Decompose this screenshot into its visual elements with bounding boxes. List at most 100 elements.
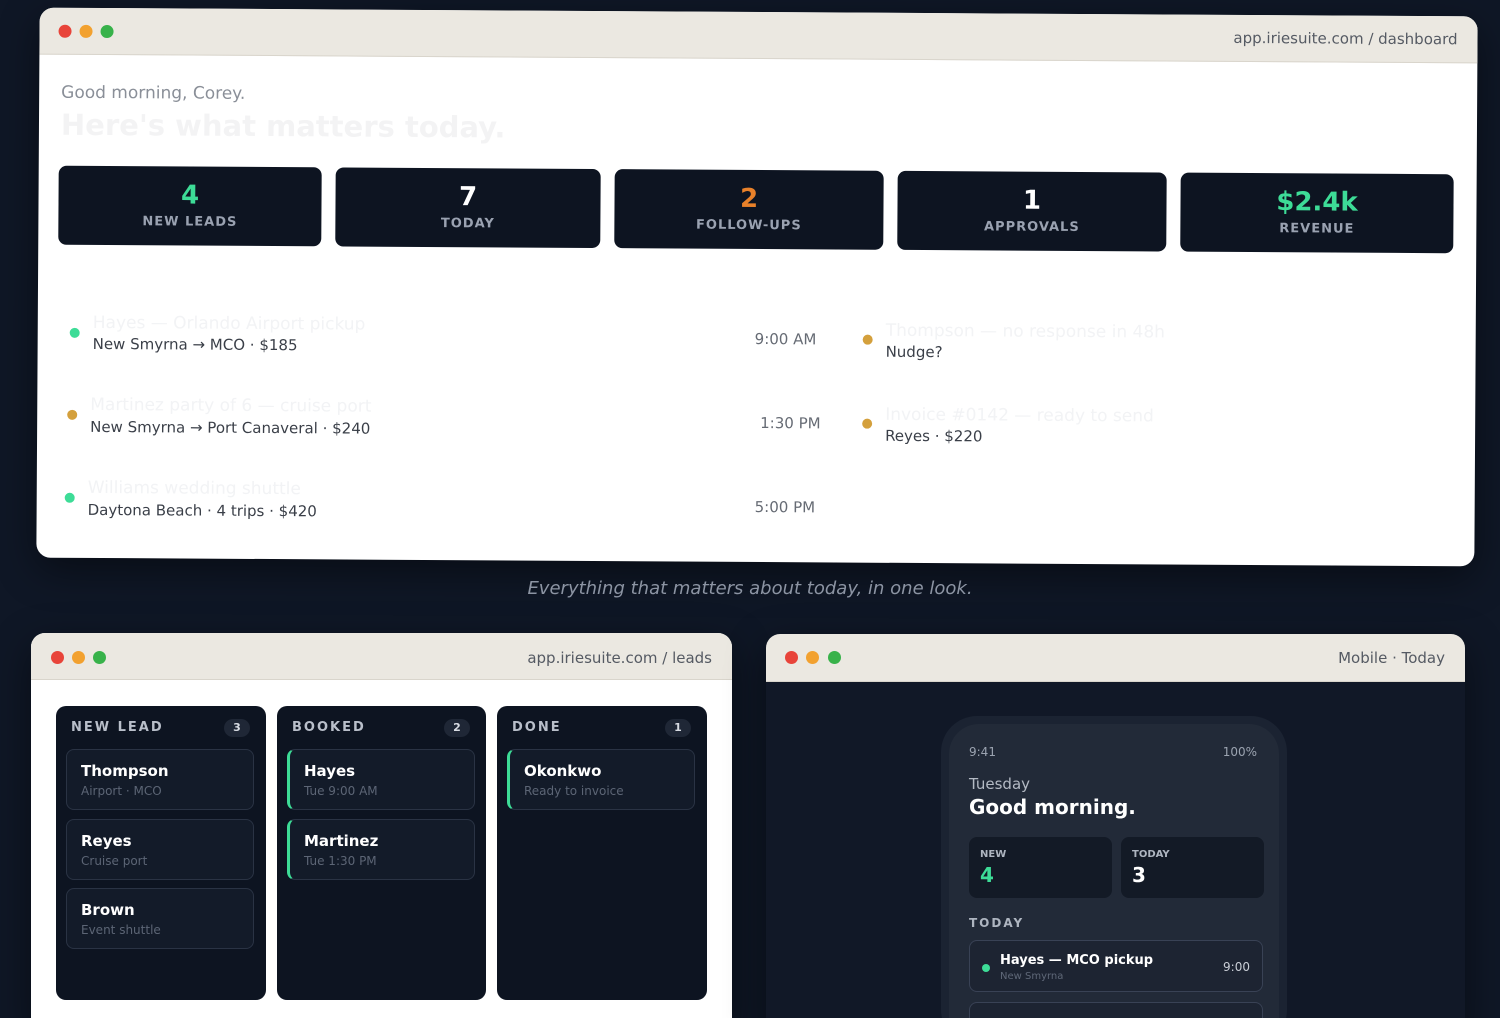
lead-detail: Tue 1:30 PM: [304, 854, 377, 868]
kanban-column-done: DONE 1 Okonkwo Ready to invoice: [497, 706, 707, 1000]
lead-detail: Cruise port: [81, 854, 148, 868]
kanban-column-new-lead: NEW LEAD 3 Thompson Airport · MCO Reyes …: [56, 706, 266, 1000]
greeting-text: Good morning, Corey.: [61, 82, 246, 104]
lead-name: Reyes: [81, 832, 132, 850]
url-bar[interactable]: app.iriesuite.com / leads: [527, 649, 712, 667]
minimize-window-button[interactable]: [806, 651, 819, 664]
kpi-approvals[interactable]: 1 APPROVALS: [897, 170, 1167, 252]
tile-value: 4: [980, 863, 994, 887]
lead-detail: Event shuttle: [81, 923, 161, 937]
schedule-item-detail: New Smyrna → Port Canaveral · $240: [90, 417, 371, 438]
kpi-label: TODAY: [440, 216, 495, 232]
column-title: DONE: [512, 720, 562, 735]
lead-card[interactable]: Hayes Tue 9:00 AM: [287, 749, 475, 810]
dashboard-window: app.iriesuite.com / dashboard Good morni…: [36, 7, 1478, 567]
schedule-item-detail: Daytona Beach · 4 trips · $420: [87, 500, 317, 521]
status-dot: [982, 964, 990, 972]
status-bar-time: 9:41: [969, 745, 996, 759]
phone-frame: 9:41 100% Tuesday Good morning. NEW 4 TO…: [941, 716, 1287, 1018]
leads-titlebar: app.iriesuite.com / leads: [31, 633, 732, 680]
kpi-value: 4: [180, 180, 200, 211]
column-title: NEW LEAD: [71, 720, 164, 735]
lead-detail: Tue 9:00 AM: [304, 784, 378, 798]
lead-detail: Ready to invoice: [524, 784, 624, 798]
kpi-value: 2: [739, 183, 759, 215]
status-dot: [67, 409, 78, 420]
caption: Everything that matters about today, in …: [527, 578, 973, 599]
tile-new[interactable]: NEW 4: [969, 837, 1112, 898]
url-bar[interactable]: app.iriesuite.com / dashboard: [1233, 29, 1457, 48]
maximize-window-button[interactable]: [93, 651, 106, 664]
column-title: BOOKED: [292, 720, 366, 735]
lead-card[interactable]: Brown Event shuttle: [66, 888, 254, 949]
lead-name: Okonkwo: [524, 762, 602, 780]
action-item-title: Thompson — no response in 48h: [885, 320, 1166, 343]
minimize-window-button[interactable]: [79, 24, 93, 38]
schedule-item-time: 1:30 PM: [760, 414, 821, 433]
kpi-value: 7: [458, 182, 478, 213]
kpi-label: APPROVALS: [983, 219, 1080, 235]
status-dot: [64, 492, 75, 503]
today-list-item[interactable]: Hayes — MCO pickup New Smyrna 9:00: [969, 940, 1263, 992]
action-item-title: Invoice #0142 — ready to send: [885, 404, 1154, 427]
lead-card[interactable]: Thompson Airport · MCO: [66, 749, 254, 810]
maximize-window-button[interactable]: [828, 651, 841, 664]
lead-name: Martinez: [304, 832, 379, 850]
count-badge: 1: [665, 719, 691, 737]
mobile-window: Mobile · Today 9:41 100% Tuesday Good mo…: [766, 634, 1465, 1018]
lead-name: Brown: [81, 901, 135, 919]
mobile-titlebar: Mobile · Today: [766, 634, 1465, 682]
kpi-revenue[interactable]: $2.4k REVENUE: [1180, 172, 1454, 254]
status-dot: [862, 334, 873, 345]
schedule-item-detail: New Smyrna → MCO · $185: [92, 334, 298, 355]
schedule-item-time: 5:00 PM: [754, 497, 816, 517]
battery-level: 100%: [1222, 745, 1257, 759]
lead-name: Hayes: [304, 762, 356, 780]
maximize-window-button[interactable]: [100, 24, 114, 39]
tile-value: 3: [1132, 863, 1146, 887]
count-badge: 2: [444, 719, 470, 737]
tile-today[interactable]: TODAY 3: [1121, 837, 1264, 898]
status-dot: [862, 418, 873, 429]
item-detail: New Smyrna: [1000, 971, 1064, 982]
today-list-item[interactable]: [969, 1002, 1263, 1018]
kpi-value: 1: [1022, 185, 1042, 216]
lead-card[interactable]: Martinez Tue 1:30 PM: [287, 819, 475, 880]
item-title: Hayes — MCO pickup: [1000, 953, 1154, 968]
lead-name: Thompson: [81, 762, 169, 780]
item-time: 9:00: [1223, 960, 1250, 974]
mobile-greeting: Good morning.: [969, 795, 1136, 819]
phone-screen: 9:41 100% Tuesday Good morning. NEW 4 TO…: [949, 724, 1279, 1018]
minimize-window-button[interactable]: [72, 651, 85, 664]
schedule-item-title: Hayes — Orlando Airport pickup: [92, 312, 366, 335]
dashboard-titlebar: app.iriesuite.com / dashboard: [39, 7, 1478, 64]
lead-card[interactable]: Reyes Cruise port: [66, 819, 254, 880]
tile-label: TODAY: [1132, 849, 1170, 860]
lead-card[interactable]: Okonkwo Ready to invoice: [507, 749, 695, 810]
kpi-new-leads[interactable]: 4 NEW LEADS: [58, 165, 322, 247]
kpi-label: REVENUE: [1279, 221, 1355, 237]
action-item-detail: Nudge?: [885, 342, 943, 362]
kpi-label: FOLLOW-UPS: [695, 217, 802, 234]
schedule-item-time: 9:00 AM: [754, 329, 817, 349]
status-dot: [69, 327, 80, 338]
kpi-follow-ups[interactable]: 2 FOLLOW-UPS: [614, 169, 884, 250]
close-window-button[interactable]: [51, 651, 64, 664]
kpi-value: $2.4k: [1276, 187, 1358, 218]
window-title: Mobile · Today: [1338, 649, 1445, 667]
kpi-today[interactable]: 7 TODAY: [335, 167, 601, 249]
kpi-label: NEW LEADS: [142, 214, 238, 230]
day-label: Tuesday: [969, 775, 1031, 793]
kanban-column-booked: BOOKED 2 Hayes Tue 9:00 AM Martinez Tue …: [277, 706, 486, 1000]
section-heading: TODAY: [969, 916, 1025, 930]
count-badge: 3: [224, 719, 250, 737]
action-item-detail: Reyes · $220: [885, 426, 983, 446]
close-window-button[interactable]: [58, 24, 72, 38]
schedule-item-title: Martinez party of 6 — cruise port: [90, 394, 372, 417]
schedule-item-title: Williams wedding shuttle: [87, 477, 301, 500]
close-window-button[interactable]: [785, 651, 798, 664]
page-headline: Here's what matters today.: [60, 107, 506, 145]
tile-label: NEW: [980, 849, 1007, 860]
lead-detail: Airport · MCO: [81, 784, 162, 798]
leads-window: app.iriesuite.com / leads NEW LEAD 3 Tho…: [31, 633, 732, 1018]
